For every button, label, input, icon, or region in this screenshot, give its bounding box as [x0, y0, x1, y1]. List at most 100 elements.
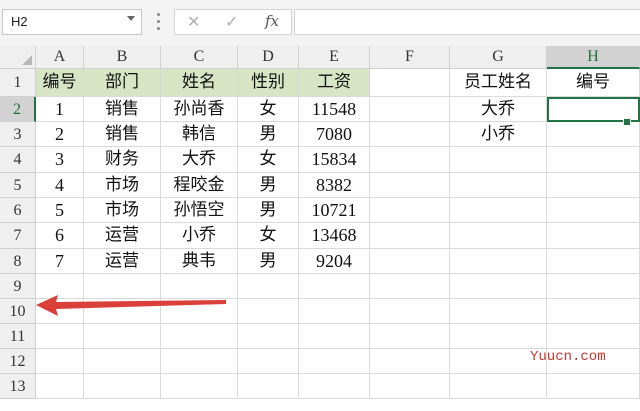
cell-d8[interactable]: 男 [238, 249, 299, 274]
name-box[interactable]: H2 [2, 9, 142, 35]
cell-a1[interactable]: 编号 [36, 69, 84, 97]
cell-g8[interactable] [450, 249, 547, 274]
cell-f13[interactable] [370, 374, 450, 399]
cell-c8[interactable]: 典韦 [161, 249, 238, 274]
row-header-5[interactable]: 5 [0, 173, 36, 198]
cell-e5[interactable]: 8382 [299, 173, 370, 198]
cell-d9[interactable] [238, 274, 299, 299]
column-header-g[interactable]: G [450, 46, 547, 69]
cell-a13[interactable] [36, 374, 84, 399]
cell-f11[interactable] [370, 324, 450, 349]
cell-f8[interactable] [370, 249, 450, 274]
cell-a12[interactable] [36, 349, 84, 374]
cell-b2[interactable]: 销售 [84, 97, 161, 122]
cell-c3[interactable]: 韩信 [161, 122, 238, 147]
cell-a3[interactable]: 2 [36, 122, 84, 147]
cell-d11[interactable] [238, 324, 299, 349]
cell-c1[interactable]: 姓名 [161, 69, 238, 97]
row-header-9[interactable]: 9 [0, 274, 36, 299]
cell-c5[interactable]: 程咬金 [161, 173, 238, 198]
cell-f1[interactable] [370, 69, 450, 97]
cell-h13[interactable] [547, 374, 640, 399]
cell-g10[interactable] [450, 299, 547, 324]
cell-f4[interactable] [370, 147, 450, 173]
cell-a11[interactable] [36, 324, 84, 349]
row-header-7[interactable]: 7 [0, 223, 36, 249]
cell-d10[interactable] [238, 299, 299, 324]
row-header-13[interactable]: 13 [0, 374, 36, 399]
cell-e11[interactable] [299, 324, 370, 349]
cell-h9[interactable] [547, 274, 640, 299]
cell-d12[interactable] [238, 349, 299, 374]
cell-d3[interactable]: 男 [238, 122, 299, 147]
cell-h11[interactable] [547, 324, 640, 349]
cell-e1[interactable]: 工资 [299, 69, 370, 97]
cell-f5[interactable] [370, 173, 450, 198]
cell-g1[interactable]: 员工姓名 [450, 69, 547, 97]
cell-f10[interactable] [370, 299, 450, 324]
cell-e7[interactable]: 13468 [299, 223, 370, 249]
cell-h10[interactable] [547, 299, 640, 324]
cell-h4[interactable] [547, 147, 640, 173]
cell-d5[interactable]: 男 [238, 173, 299, 198]
cell-a2[interactable]: 1 [36, 97, 84, 122]
cell-c11[interactable] [161, 324, 238, 349]
row-header-12[interactable]: 12 [0, 349, 36, 374]
column-header-e[interactable]: E [299, 46, 370, 69]
drag-handle-icon[interactable] [157, 13, 160, 31]
column-header-b[interactable]: B [84, 46, 161, 69]
cell-g13[interactable] [450, 374, 547, 399]
cell-d2[interactable]: 女 [238, 97, 299, 122]
fill-handle[interactable] [623, 118, 631, 126]
cell-c7[interactable]: 小乔 [161, 223, 238, 249]
cell-b12[interactable] [84, 349, 161, 374]
column-header-a[interactable]: A [36, 46, 84, 69]
cell-a4[interactable]: 3 [36, 147, 84, 173]
cell-e9[interactable] [299, 274, 370, 299]
cell-e12[interactable] [299, 349, 370, 374]
formula-input[interactable] [294, 9, 640, 35]
cell-e4[interactable]: 15834 [299, 147, 370, 173]
cell-a6[interactable]: 5 [36, 198, 84, 223]
cell-b8[interactable]: 运营 [84, 249, 161, 274]
cell-g2[interactable]: 大乔 [450, 97, 547, 122]
cell-h1[interactable]: 编号 [547, 69, 640, 97]
cell-e3[interactable]: 7080 [299, 122, 370, 147]
cell-f9[interactable] [370, 274, 450, 299]
cell-c2[interactable]: 孙尚香 [161, 97, 238, 122]
cell-e2[interactable]: 11548 [299, 97, 370, 122]
row-header-10[interactable]: 10 [0, 299, 36, 324]
select-all-corner[interactable] [0, 46, 36, 69]
cell-d7[interactable]: 女 [238, 223, 299, 249]
cell-g6[interactable] [450, 198, 547, 223]
cell-c13[interactable] [161, 374, 238, 399]
cell-a5[interactable]: 4 [36, 173, 84, 198]
cell-f2[interactable] [370, 97, 450, 122]
column-header-d[interactable]: D [238, 46, 299, 69]
cell-b6[interactable]: 市场 [84, 198, 161, 223]
cell-h5[interactable] [547, 173, 640, 198]
cell-d1[interactable]: 性别 [238, 69, 299, 97]
cell-f7[interactable] [370, 223, 450, 249]
row-header-2[interactable]: 2 [0, 97, 36, 122]
cell-g7[interactable] [450, 223, 547, 249]
cell-b13[interactable] [84, 374, 161, 399]
row-header-3[interactable]: 3 [0, 122, 36, 147]
cell-c4[interactable]: 大乔 [161, 147, 238, 173]
cell-e8[interactable]: 9204 [299, 249, 370, 274]
cell-h7[interactable] [547, 223, 640, 249]
cell-g5[interactable] [450, 173, 547, 198]
row-header-8[interactable]: 8 [0, 249, 36, 274]
insert-function-icon[interactable]: fx [265, 12, 279, 30]
cell-g4[interactable] [450, 147, 547, 173]
cell-d4[interactable]: 女 [238, 147, 299, 173]
cell-b4[interactable]: 财务 [84, 147, 161, 173]
cell-b7[interactable]: 运营 [84, 223, 161, 249]
cell-d6[interactable]: 男 [238, 198, 299, 223]
column-header-h[interactable]: H [547, 46, 640, 69]
cell-e13[interactable] [299, 374, 370, 399]
cell-c12[interactable] [161, 349, 238, 374]
cell-d13[interactable] [238, 374, 299, 399]
cell-h6[interactable] [547, 198, 640, 223]
row-header-1[interactable]: 1 [0, 69, 36, 97]
